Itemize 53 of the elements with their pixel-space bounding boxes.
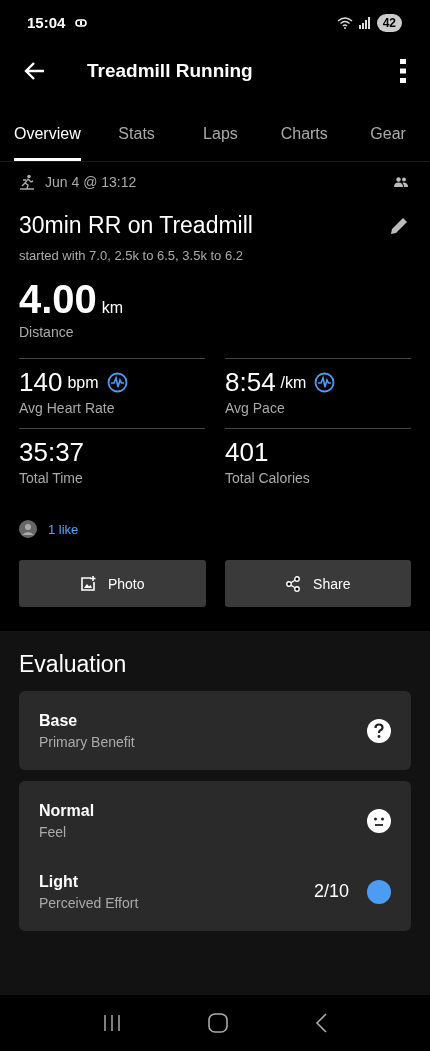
- pencil-icon[interactable]: [389, 215, 409, 236]
- neutral-face-icon: [367, 808, 391, 833]
- stat-label: Avg Heart Rate: [19, 400, 116, 416]
- tab[interactable]: Laps: [178, 111, 263, 161]
- tab[interactable]: Stats: [94, 111, 179, 161]
- stat-unit: /km: [280, 373, 307, 392]
- avatar[interactable]: [19, 520, 37, 538]
- evaluation-label: Feel: [39, 823, 68, 840]
- evaluation-value: Normal: [39, 801, 96, 820]
- distance-unit: km: [101, 299, 124, 317]
- likes-link[interactable]: 1 like: [48, 521, 79, 537]
- stat-value: 8:54: [225, 367, 276, 398]
- stat-value: 35:37: [19, 437, 85, 468]
- effort-reading: 2/10: [313, 881, 349, 902]
- stat-label: Total Time: [19, 470, 84, 486]
- tab[interactable]: Charts: [262, 111, 347, 161]
- more-options-icon[interactable]: [400, 59, 406, 83]
- share-icon: [285, 575, 302, 592]
- signal-icon: [358, 16, 371, 29]
- distance-value: 4.00: [19, 277, 97, 322]
- wifi-icon: [336, 16, 353, 29]
- back-nav-icon[interactable]: [314, 1013, 327, 1033]
- battery-level: 42: [376, 13, 402, 32]
- stat-value: 401: [225, 437, 269, 468]
- evaluation-label: Primary Benefit: [39, 733, 136, 750]
- action-button[interactable]: Share: [224, 560, 411, 607]
- back-icon[interactable]: [23, 61, 45, 81]
- tab[interactable]: Overview: [14, 111, 81, 161]
- link-icon: [75, 18, 88, 27]
- stat-label: Avg Pace: [225, 400, 286, 416]
- heartbeat-chart-icon[interactable]: [106, 372, 128, 393]
- activity-description: started with 7.0, 2.5k to 6.5, 3.5k to 6.2: [19, 248, 245, 263]
- stat-value: 140: [19, 367, 63, 398]
- evaluation-value: Light: [39, 872, 80, 891]
- help-icon[interactable]: [367, 718, 391, 743]
- heartbeat-chart-icon[interactable]: [314, 372, 336, 393]
- status-time: 15:04: [27, 14, 66, 31]
- distance-label: Distance: [19, 324, 75, 340]
- evaluation-label: Perceived Effort: [39, 894, 140, 911]
- treadmill-runner-icon: [19, 174, 35, 190]
- stat-label: Total Calories: [225, 470, 311, 486]
- evaluation-value: Base: [39, 711, 79, 730]
- activity-date: Jun 4 @ 13:12: [45, 174, 137, 190]
- action-button[interactable]: Photo: [19, 560, 206, 607]
- people-icon[interactable]: [394, 177, 408, 187]
- section-title: Evaluation: [19, 651, 128, 678]
- home-icon[interactable]: [208, 1013, 228, 1033]
- stat-unit: bpm: [67, 373, 99, 392]
- screen-title: Treadmill Running: [87, 60, 254, 82]
- add-photo-icon: [79, 575, 96, 592]
- recent-apps-icon[interactable]: [103, 1014, 122, 1032]
- activity-name: 30min RR on Treadmill: [19, 212, 253, 239]
- tab[interactable]: Gear: [346, 111, 430, 161]
